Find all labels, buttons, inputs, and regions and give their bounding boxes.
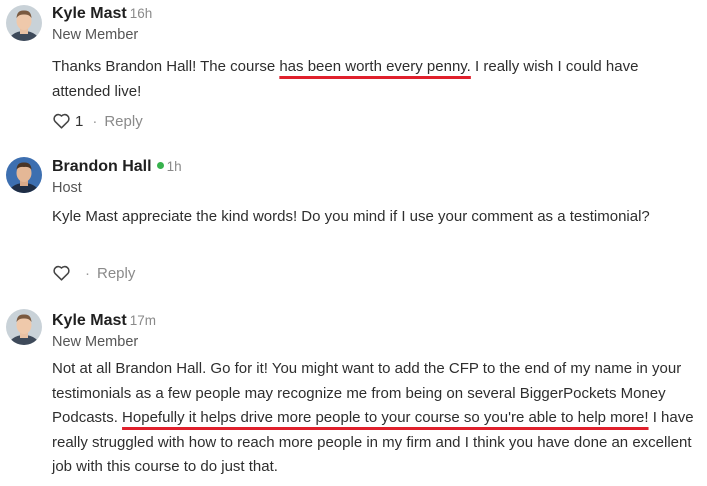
member-role: New Member bbox=[52, 334, 139, 350]
author-name[interactable]: Kyle Mast bbox=[52, 5, 127, 22]
like-count: 1 bbox=[75, 113, 84, 130]
highlighted-text: Hopefully it helps drive more people to … bbox=[122, 409, 649, 426]
comment-header: Kyle Mast 17m bbox=[52, 310, 701, 332]
comment-time[interactable]: 17m bbox=[130, 313, 156, 328]
reply-button[interactable]: Reply bbox=[104, 113, 142, 130]
member-role: Host bbox=[52, 180, 82, 196]
comment-text: Thanks Brandon Hall! The course bbox=[52, 58, 280, 75]
author-name[interactable]: Kyle Mast bbox=[52, 312, 127, 329]
reply-button[interactable]: Reply bbox=[97, 265, 135, 282]
comment-actions: · Reply bbox=[52, 262, 135, 286]
avatar[interactable] bbox=[6, 157, 42, 193]
online-status-icon bbox=[156, 162, 164, 169]
highlighted-text: has been worth every penny. bbox=[279, 58, 471, 75]
comment-header: Brandon Hall 1h bbox=[52, 156, 701, 178]
author-name[interactable]: Brandon Hall bbox=[52, 158, 152, 175]
heart-outline-icon[interactable] bbox=[52, 264, 71, 289]
comment-body: Kyle Mast appreciate the kind words! Do … bbox=[52, 208, 650, 225]
comment-actions: 1 · Reply bbox=[52, 110, 143, 134]
user-avatar-icon bbox=[6, 157, 42, 193]
comment-header: Kyle Mast 16h bbox=[52, 3, 701, 25]
avatar[interactable] bbox=[6, 309, 42, 345]
comment-content: Brandon Hall 1h Host Kyle Mast appreciate… bbox=[52, 156, 701, 230]
user-avatar-icon bbox=[6, 309, 42, 345]
comment-body: Thanks Brandon Hall! The course has been… bbox=[52, 55, 697, 104]
user-avatar-icon bbox=[6, 5, 42, 41]
separator-dot: · bbox=[92, 113, 98, 130]
avatar[interactable] bbox=[6, 5, 42, 41]
separator-dot: · bbox=[85, 265, 90, 282]
comment-content: Kyle Mast 16h New Member Thanks Brandon H… bbox=[52, 3, 701, 104]
member-role: New Member bbox=[52, 27, 139, 43]
comment-content: Kyle Mast 17m New Member Not at all Brand… bbox=[52, 310, 701, 480]
comment-time[interactable]: 16h bbox=[130, 6, 153, 21]
heart-outline-icon[interactable] bbox=[52, 112, 71, 137]
comment-body: Not at all Brandon Hall. Go for it! You … bbox=[52, 357, 697, 480]
comment-time[interactable]: 1h bbox=[167, 159, 182, 174]
